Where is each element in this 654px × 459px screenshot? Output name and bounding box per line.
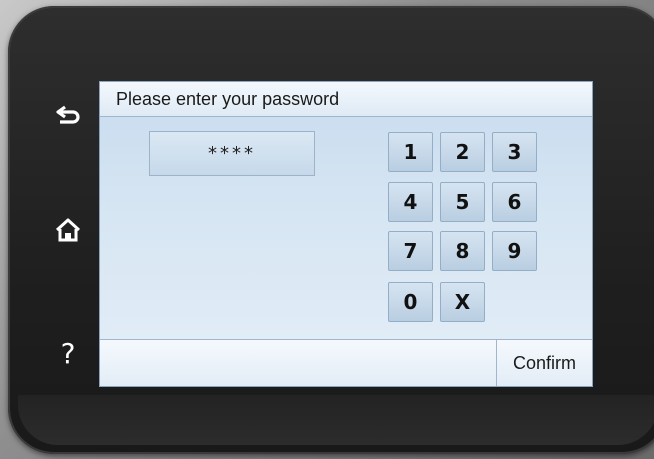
- key-7[interactable]: 7: [388, 231, 433, 271]
- back-button[interactable]: [40, 97, 96, 137]
- key-0[interactable]: 0: [388, 282, 433, 322]
- key-delete[interactable]: X: [440, 282, 485, 322]
- back-arrow-icon: [53, 103, 83, 132]
- key-1[interactable]: 1: [388, 132, 433, 172]
- help-button[interactable]: ?: [40, 333, 96, 373]
- key-6[interactable]: 6: [492, 182, 537, 222]
- key-4[interactable]: 4: [388, 182, 433, 222]
- key-8[interactable]: 8: [440, 231, 485, 271]
- home-button[interactable]: [40, 212, 96, 252]
- password-field[interactable]: ****: [149, 131, 315, 176]
- title-bar: Please enter your password: [100, 82, 592, 117]
- key-5[interactable]: 5: [440, 182, 485, 222]
- key-2[interactable]: 2: [440, 132, 485, 172]
- page-title: Please enter your password: [116, 89, 340, 109]
- confirm-button[interactable]: Confirm: [496, 340, 592, 386]
- bezel-bottom: [18, 395, 654, 445]
- key-9[interactable]: 9: [492, 231, 537, 271]
- touch-screen: Please enter your password **** 1 2 3 4 …: [99, 81, 593, 387]
- home-icon: [54, 217, 82, 248]
- help-icon: ?: [60, 336, 76, 370]
- key-3[interactable]: 3: [492, 132, 537, 172]
- bottom-bar: Confirm: [100, 339, 592, 386]
